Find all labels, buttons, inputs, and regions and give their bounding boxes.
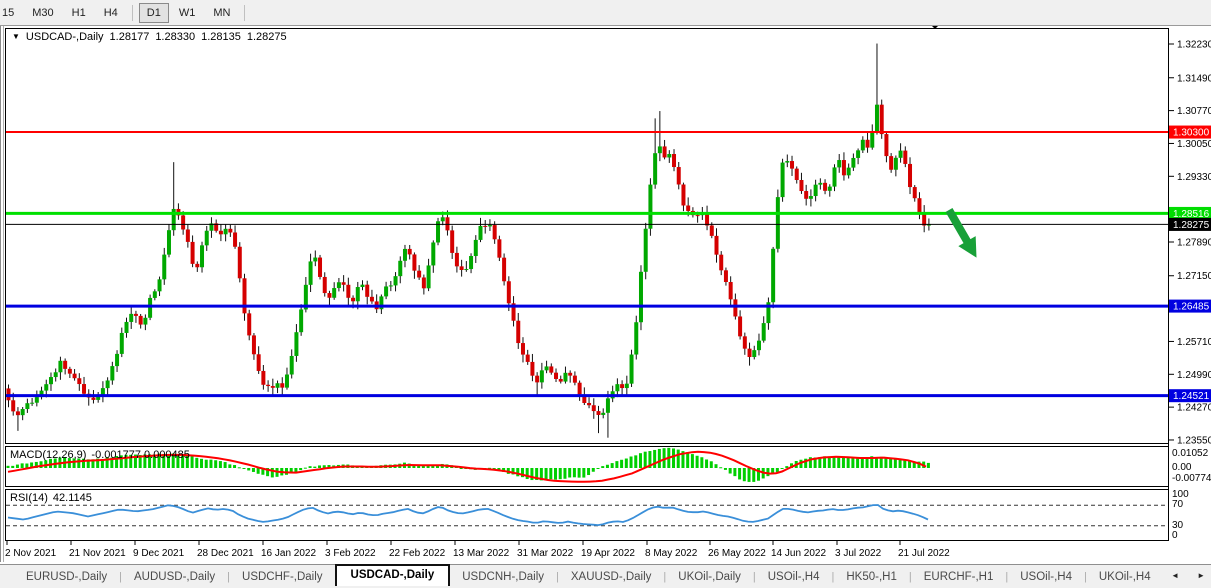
price-tick-label: 1.30050 bbox=[1177, 139, 1211, 150]
price-badge-label: 1.26485 bbox=[1173, 302, 1210, 313]
chart-title: ▼ USDCAD-,Daily 1.28177 1.28330 1.28135 1.282… bbox=[12, 31, 287, 43]
main-pane bbox=[5, 28, 1169, 444]
tab-usdchf-daily-2[interactable]: USDCHF-,Daily bbox=[230, 567, 335, 587]
price-badge-label: 1.30300 bbox=[1173, 128, 1210, 139]
date-tick-label: 28 Dec 2021 bbox=[197, 548, 254, 559]
macd-values: -0.001777 0.000485 bbox=[91, 449, 190, 461]
timeframe-button-W1[interactable]: W1 bbox=[171, 3, 204, 23]
symbol-collapse-icon[interactable]: ▼ bbox=[12, 32, 20, 41]
date-tick-label: 21 Jul 2022 bbox=[898, 548, 950, 559]
price-tick-label: 1.27150 bbox=[1177, 271, 1211, 282]
toolbar-separator bbox=[244, 4, 246, 21]
timeframe-button-MN[interactable]: MN bbox=[205, 3, 238, 23]
price-tick-label: 1.23550 bbox=[1177, 435, 1211, 446]
rsi-axis-label: 0 bbox=[1172, 530, 1178, 541]
tab-usdcnh-daily-4[interactable]: USDCNH-,Daily bbox=[450, 567, 556, 587]
tab-xauusd-daily-5[interactable]: XAUUSD-,Daily bbox=[559, 567, 664, 587]
date-tick-label: 13 Mar 2022 bbox=[453, 548, 510, 559]
date-tick-label: 3 Feb 2022 bbox=[325, 548, 376, 559]
tab-usoil-h4-10[interactable]: USOil-,H4 bbox=[1008, 567, 1084, 587]
tab-hk50-h1-8[interactable]: HK50-,H1 bbox=[834, 567, 909, 587]
date-tick-label: 2 Nov 2021 bbox=[5, 548, 57, 559]
ohlc-low: 1.28135 bbox=[201, 31, 241, 43]
timeframe-button-H4[interactable]: H4 bbox=[96, 3, 126, 23]
timeframe-toolbar: 15 M30 H1 H4 D1 W1 MN bbox=[0, 0, 1211, 26]
toolbar-separator bbox=[131, 4, 133, 21]
ohlc-close: 1.28275 bbox=[246, 31, 287, 43]
price-chart: 1.32230 1.31490 1.30770 1.30050 1.29330 1.278… bbox=[0, 26, 1211, 562]
tab-audusd-daily-1[interactable]: AUDUSD-,Daily bbox=[122, 567, 227, 587]
macd-axis-label: 0.01052 bbox=[1172, 448, 1209, 459]
price-tick-label: 1.27890 bbox=[1177, 237, 1211, 248]
tab-scroll-right-icon[interactable]: ► bbox=[1197, 571, 1205, 580]
timeframe-button-H1[interactable]: H1 bbox=[64, 3, 94, 23]
price-tick-label: 1.25710 bbox=[1177, 337, 1211, 348]
price-tick-label: 1.24990 bbox=[1177, 370, 1211, 381]
rsi-name: RSI(14) bbox=[10, 492, 48, 504]
date-tick-label: 9 Dec 2021 bbox=[133, 548, 185, 559]
date-tick-label: 26 May 2022 bbox=[708, 548, 766, 559]
rsi-pane bbox=[5, 489, 1169, 541]
price-tick-label: 1.29330 bbox=[1177, 172, 1211, 183]
tab-usdcad-daily-active-3[interactable]: USDCAD-,Daily bbox=[334, 564, 451, 586]
rsi-value: 42.1145 bbox=[52, 492, 92, 504]
tab-usoil-h4-7[interactable]: USOil-,H4 bbox=[756, 567, 832, 587]
rsi-label: RSI(14) 42.1145 bbox=[10, 492, 92, 504]
date-tick-label: 22 Feb 2022 bbox=[389, 548, 446, 559]
tab-scroll-left-icon[interactable]: ◄ bbox=[1171, 571, 1179, 580]
macd-axis-label: 0.00 bbox=[1172, 462, 1192, 473]
timeframe-button-15[interactable]: 15 bbox=[0, 3, 22, 23]
price-badge-label: 1.24521 bbox=[1173, 391, 1210, 402]
tab-scroll-arrows: ◄ ► bbox=[1171, 571, 1205, 580]
macd-name: MACD(12,26,9) bbox=[10, 449, 87, 461]
macd-axis-label: -0.00774 bbox=[1172, 473, 1211, 484]
date-tick-label: 14 Jun 2022 bbox=[771, 548, 826, 559]
tab-ukoil-h4-11[interactable]: UKOil-,H4 bbox=[1087, 567, 1163, 587]
chart-area: 1.32230 1.31490 1.30770 1.30050 1.29330 1.278… bbox=[0, 26, 1211, 562]
price-tick-label: 1.30770 bbox=[1177, 106, 1211, 117]
ohlc-high: 1.28330 bbox=[155, 31, 196, 43]
date-tick-label: 8 May 2022 bbox=[645, 548, 698, 559]
timeframe-button-M30[interactable]: M30 bbox=[24, 3, 61, 23]
symbol-label: USDCAD-,Daily bbox=[25, 31, 104, 43]
price-tick-label: 1.31490 bbox=[1177, 73, 1211, 84]
symbol-tabbar: EURUSD-,Daily | AUDUSD-,Daily | USDCHF-,Dail… bbox=[0, 564, 1211, 588]
price-tick-label: 1.32230 bbox=[1177, 40, 1211, 51]
date-tick-label: 16 Jan 2022 bbox=[261, 548, 316, 559]
tab-ukoil-daily-6[interactable]: UKOil-,Daily bbox=[666, 567, 753, 587]
ohlc-open: 1.28177 bbox=[109, 31, 150, 43]
tab-eurchf-h1-9[interactable]: EURCHF-,H1 bbox=[912, 567, 1006, 587]
timeframe-button-D1[interactable]: D1 bbox=[138, 2, 169, 23]
price-badge-label: 1.28275 bbox=[1173, 220, 1210, 231]
date-tick-label: 31 Mar 2022 bbox=[517, 548, 574, 559]
date-tick-label: 3 Jul 2022 bbox=[835, 548, 882, 559]
price-tick-label: 1.24270 bbox=[1177, 403, 1211, 414]
macd-label: MACD(12,26,9) -0.001777 0.000485 bbox=[10, 449, 190, 461]
date-tick-label: 21 Nov 2021 bbox=[69, 548, 126, 559]
mt4-window: 15 M30 H1 H4 D1 W1 MN 1.32230 1.31490 1.30770 1.3… bbox=[0, 0, 1211, 588]
rsi-axis-label: 70 bbox=[1172, 499, 1184, 510]
tab-eurusd-daily-0[interactable]: EURUSD-,Daily bbox=[14, 567, 119, 587]
date-tick-label: 19 Apr 2022 bbox=[581, 548, 635, 559]
